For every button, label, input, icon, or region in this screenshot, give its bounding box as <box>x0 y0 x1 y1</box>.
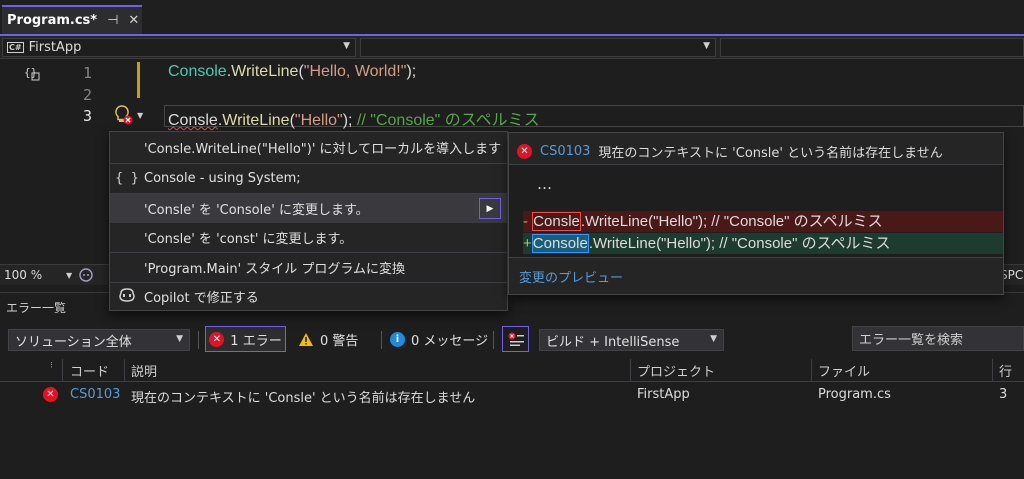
tab-program-cs[interactable]: Program.cs* ⊣ ✕ <box>2 5 142 34</box>
column-header-project[interactable]: プロジェクト <box>637 359 715 381</box>
misspelled-identifier: Consle <box>168 112 218 129</box>
chevron-down-icon: ▼ <box>710 334 717 344</box>
table-row[interactable]: ✕ CS0103 現在のコンテキストに 'Consle' という名前は存在しませ… <box>0 384 1024 406</box>
scope-dropdown[interactable]: ソリューション全体 ▼ <box>8 329 190 351</box>
header-divider <box>0 381 1024 382</box>
error-description: 現在のコンテキストに 'Consle' という名前は存在しません <box>131 391 476 406</box>
chevron-down-icon: ▼ <box>343 41 350 51</box>
copilot-status-icon[interactable] <box>78 267 94 283</box>
project-name: FirstApp <box>28 40 82 55</box>
diff-added-line: +Console.WriteLine("Hello"); // "Console… <box>523 233 1003 254</box>
braces-icon: { } <box>115 171 139 186</box>
quick-actions-lightbulb[interactable]: ▼ <box>113 104 147 126</box>
member-dropdown[interactable] <box>720 38 1024 57</box>
line-number-current: 3 <box>82 107 92 125</box>
menu-item-convert-program-main[interactable]: 'Program.Main' スタイル プログラムに変換 <box>110 253 507 282</box>
divider <box>198 331 199 349</box>
preview-changes-link[interactable]: 変更のプレビュー <box>519 267 623 286</box>
column-divider <box>62 359 63 381</box>
column-divider <box>124 359 125 381</box>
warnings-filter-button[interactable]: 0 警告 <box>298 326 358 352</box>
error-icon: ✕ <box>209 331 225 347</box>
code-line-1: Console.WriteLine("Hello, World!"); <box>168 63 417 80</box>
divider <box>509 257 1003 258</box>
error-line: 3 <box>999 387 1008 402</box>
error-icon: ✕ <box>517 144 532 159</box>
code-line-3: Consle.WriteLine("Hello"); // "Console" … <box>168 112 540 129</box>
quick-actions-menu: 'Consle.WriteLine("Hello")' に対してローカルを導入し… <box>109 131 508 311</box>
csharp-project-icon: C# <box>7 42 24 53</box>
change-marker <box>137 62 140 98</box>
column-divider <box>992 359 993 381</box>
pin-icon[interactable]: ⊣ <box>107 13 118 28</box>
menu-item-change-to-console[interactable]: 'Consle' を 'Console' に変更します。 ▶ <box>110 194 507 223</box>
column-divider <box>630 359 631 381</box>
info-icon: i <box>390 331 405 347</box>
line-number: 2 <box>82 86 92 104</box>
diff-removed-line: - Consle.WriteLine("Hello"); // "Console… <box>523 211 1003 232</box>
divider <box>381 331 382 349</box>
errors-filter-button[interactable]: ✕ 1 エラー <box>205 326 286 352</box>
chevron-down-icon: ▼ <box>703 41 710 51</box>
warning-icon <box>299 332 313 346</box>
column-header-code[interactable]: コード <box>70 359 109 381</box>
error-list-search-input[interactable]: エラー一覧を検索 <box>852 326 1024 351</box>
project-dropdown[interactable]: C# FirstApp ▼ <box>2 38 356 57</box>
fix-preview-panel: ✕ CS0103 現在のコンテキストに 'Consle' という名前は存在しませ… <box>508 132 1004 295</box>
error-list-panel: エラー一覧 ソリューション全体 ▼ ✕ 1 エラー 0 警告 i 0 メッセージ… <box>0 292 1024 479</box>
diff-ellipsis: … <box>537 175 552 193</box>
error-code-link[interactable]: CS0103 <box>540 144 590 159</box>
divider <box>493 331 494 349</box>
code-structure-icon: {} <box>24 64 42 82</box>
sort-indicator-icon: ⁝ <box>50 361 53 371</box>
filter-toggle-button[interactable] <box>502 326 529 352</box>
error-message: 現在のコンテキストに 'Consle' という名前は存在しません <box>598 146 943 161</box>
error-file: Program.cs <box>818 387 891 402</box>
menu-item-change-to-const[interactable]: 'Consle' を 'const' に変更します。 <box>110 223 507 252</box>
copilot-icon <box>110 287 144 307</box>
type-dropdown[interactable]: ▼ <box>360 38 716 57</box>
build-source-dropdown[interactable]: ビルド + IntelliSense ▼ <box>539 329 724 351</box>
messages-filter-button[interactable]: i 0 メッセージ <box>390 326 488 352</box>
filter-list-icon <box>508 332 524 346</box>
column-header-file[interactable]: ファイル <box>818 359 870 381</box>
navigation-bar: C# FirstApp ▼ ▼ <box>0 36 1024 59</box>
column-divider <box>811 359 812 381</box>
menu-item-introduce-local[interactable]: 'Consle.WriteLine("Hello")' に対してローカルを導入し… <box>110 133 507 162</box>
menu-item-using-system[interactable]: { } Console - using System; <box>110 164 507 193</box>
preview-header: ✕ CS0103 現在のコンテキストに 'Consle' という名前は存在しませ… <box>517 142 997 161</box>
tab-title: Program.cs* <box>7 13 98 28</box>
error-project: FirstApp <box>637 387 690 402</box>
document-tab-strip: Program.cs* ⊣ ✕ <box>0 0 1024 36</box>
diff-view: … - Consle.WriteLine("Hello"); // "Conso… <box>509 165 1003 257</box>
chevron-down-icon: ▼ <box>66 270 73 280</box>
line-number: 1 <box>82 64 92 82</box>
lightbulb-error-icon <box>115 105 133 125</box>
column-header-line[interactable]: 行 <box>999 359 1012 381</box>
submenu-arrow-icon[interactable]: ▶ <box>479 198 501 219</box>
close-icon[interactable]: ✕ <box>128 13 139 28</box>
error-code-link[interactable]: CS0103 <box>70 387 120 402</box>
menu-item-copilot-fix[interactable]: Copilot で修正する <box>110 282 507 311</box>
error-icon: ✕ <box>43 387 58 402</box>
chevron-down-icon: ▼ <box>137 110 144 120</box>
zoom-dropdown[interactable]: 100 % ▼ <box>4 267 74 283</box>
column-header-description[interactable]: 説明 <box>131 359 157 381</box>
chevron-down-icon: ▼ <box>176 334 183 344</box>
panel-title: エラー一覧 <box>6 301 67 315</box>
